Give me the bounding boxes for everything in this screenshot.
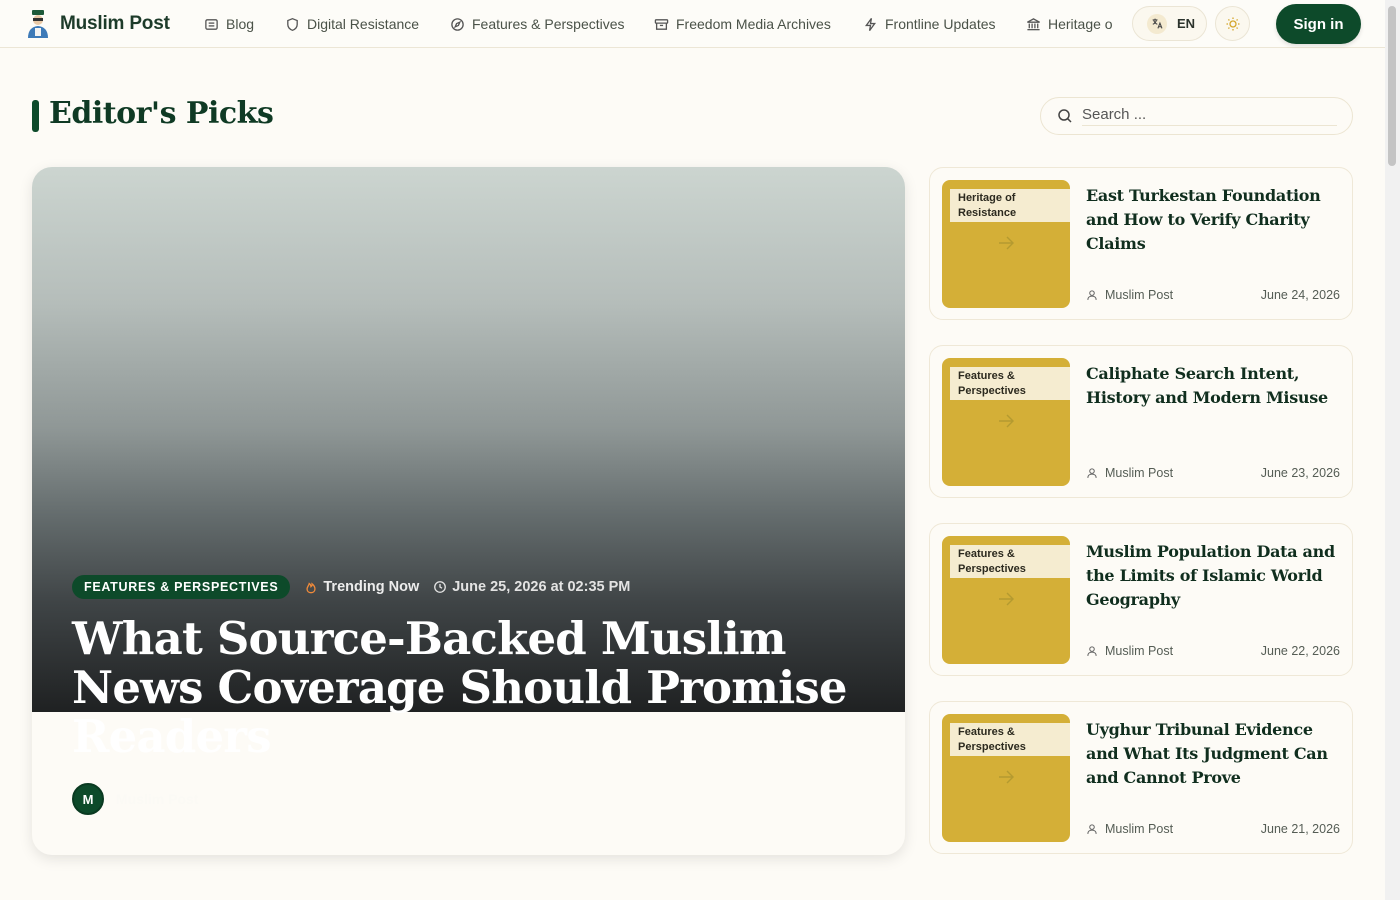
card-author-name: Muslim Post <box>1105 822 1174 836</box>
nav-item-frontline-updates[interactable]: Frontline Updates <box>863 14 996 34</box>
landmark-icon <box>1027 17 1040 30</box>
user-icon <box>1087 468 1097 478</box>
trending-label: Trending Now <box>304 579 419 595</box>
article-card[interactable]: Features & Perspectives Caliphate Search… <box>929 345 1353 498</box>
translate-icon <box>1147 13 1167 34</box>
nav-item-label: Blog <box>226 16 255 32</box>
language-switcher[interactable]: EN <box>1132 6 1207 41</box>
card-author-name: Muslim Post <box>1105 466 1174 480</box>
arrow-right-icon <box>999 592 1014 606</box>
logo-icon <box>28 10 48 38</box>
nav-item-features-perspectives[interactable]: Features & Perspectives <box>450 14 625 34</box>
clock-icon <box>434 581 447 593</box>
compass-icon <box>451 17 464 31</box>
author-avatar: M <box>72 783 104 815</box>
featured-date: June 25, 2026 at 02:35 PM <box>433 579 630 595</box>
sun-icon <box>1226 17 1239 30</box>
card-category-tag: Heritage of Resistance <box>950 189 1070 222</box>
article-card[interactable]: Heritage of Resistance East Turkestan Fo… <box>929 167 1353 320</box>
bolt-icon <box>864 17 877 31</box>
search-icon <box>1058 109 1072 123</box>
card-author: Muslim Post <box>1086 644 1173 658</box>
card-thumbnail: Features & Perspectives <box>942 536 1070 664</box>
shield-icon <box>287 17 298 31</box>
search-input[interactable] <box>1082 106 1337 126</box>
user-icon <box>1087 824 1097 834</box>
card-thumbnail: Features & Perspectives <box>942 358 1070 486</box>
arrow-right-icon <box>999 770 1014 784</box>
user-icon <box>1087 290 1097 300</box>
nav-item-label: Frontline Updates <box>885 16 996 32</box>
article-card[interactable]: Features & Perspectives Uyghur Tribunal … <box>929 701 1353 854</box>
card-author-name: Muslim Post <box>1105 644 1174 658</box>
card-title[interactable]: Caliphate Search Intent, History and Mod… <box>1086 362 1344 410</box>
card-date: June 24, 2026 <box>1260 288 1340 302</box>
nav-item-blog[interactable]: Blog <box>204 14 254 34</box>
card-category-tag: Features & Perspectives <box>950 545 1070 578</box>
card-date: June 21, 2026 <box>1260 822 1340 836</box>
nav-item-label: Features & Perspectives <box>472 16 625 32</box>
card-date: June 22, 2026 <box>1260 644 1340 658</box>
featured-article[interactable]: FEATURES & PERSPECTIVES Trending Now Jun… <box>32 167 905 855</box>
card-title[interactable]: East Turkestan Foundation and How to Ver… <box>1086 184 1344 256</box>
brand-name: Muslim Post <box>60 13 170 34</box>
featured-date-text: June 25, 2026 at 02:35 PM <box>452 579 631 595</box>
trending-text: Trending Now <box>323 579 420 595</box>
card-title[interactable]: Muslim Population Data and the Limits of… <box>1086 540 1344 612</box>
featured-author[interactable]: M Muslim Post <box>72 783 198 815</box>
card-author: Muslim Post <box>1086 288 1173 302</box>
page-title: Editor's Picks <box>49 96 274 131</box>
archive-icon <box>654 18 669 30</box>
flame-icon <box>306 582 316 594</box>
card-author: Muslim Post <box>1086 822 1173 836</box>
card-title[interactable]: Uyghur Tribunal Evidence and What Its Ju… <box>1086 718 1344 790</box>
nav-item-freedom-media-archives[interactable]: Freedom Media Archives <box>654 14 831 34</box>
sign-in-button[interactable]: Sign in <box>1276 4 1361 44</box>
featured-title[interactable]: What Source-Backed Muslim News Coverage … <box>72 614 872 761</box>
card-thumbnail: Features & Perspectives <box>942 714 1070 842</box>
brand-logo[interactable]: Muslim Post <box>26 10 170 38</box>
card-author: Muslim Post <box>1086 466 1173 480</box>
arrow-right-icon <box>999 414 1014 428</box>
author-name: Muslim Post <box>116 791 199 807</box>
theme-toggle[interactable] <box>1215 6 1250 41</box>
card-thumbnail: Heritage of Resistance <box>942 180 1070 308</box>
language-label: EN <box>1177 16 1196 31</box>
featured-meta: FEATURES & PERSPECTIVES Trending Now Jun… <box>72 575 630 599</box>
nav-item-digital-resistance[interactable]: Digital Resistance <box>285 14 419 34</box>
nav-item-label: Freedom Media Archives <box>676 16 831 32</box>
nav-item-label: Heritage o <box>1048 16 1113 32</box>
top-navigation: Muslim Post Blog Digital Resistance Feat… <box>0 0 1385 48</box>
article-card[interactable]: Features & Perspectives Muslim Populatio… <box>929 523 1353 676</box>
arrow-right-icon <box>999 236 1014 250</box>
user-icon <box>1087 646 1097 656</box>
card-category-tag: Features & Perspectives <box>950 723 1070 756</box>
nav-item-heritage[interactable]: Heritage o <box>1026 14 1113 34</box>
search-box[interactable] <box>1040 97 1353 135</box>
newspaper-icon <box>205 18 218 30</box>
card-category-tag: Features & Perspectives <box>950 367 1070 400</box>
category-badge[interactable]: FEATURES & PERSPECTIVES <box>72 575 291 599</box>
nav-item-label: Digital Resistance <box>307 16 420 32</box>
scrollbar-thumb[interactable] <box>1388 6 1396 166</box>
section-accent-bar <box>32 100 39 132</box>
card-author-name: Muslim Post <box>1105 288 1174 302</box>
card-date: June 23, 2026 <box>1260 466 1340 480</box>
